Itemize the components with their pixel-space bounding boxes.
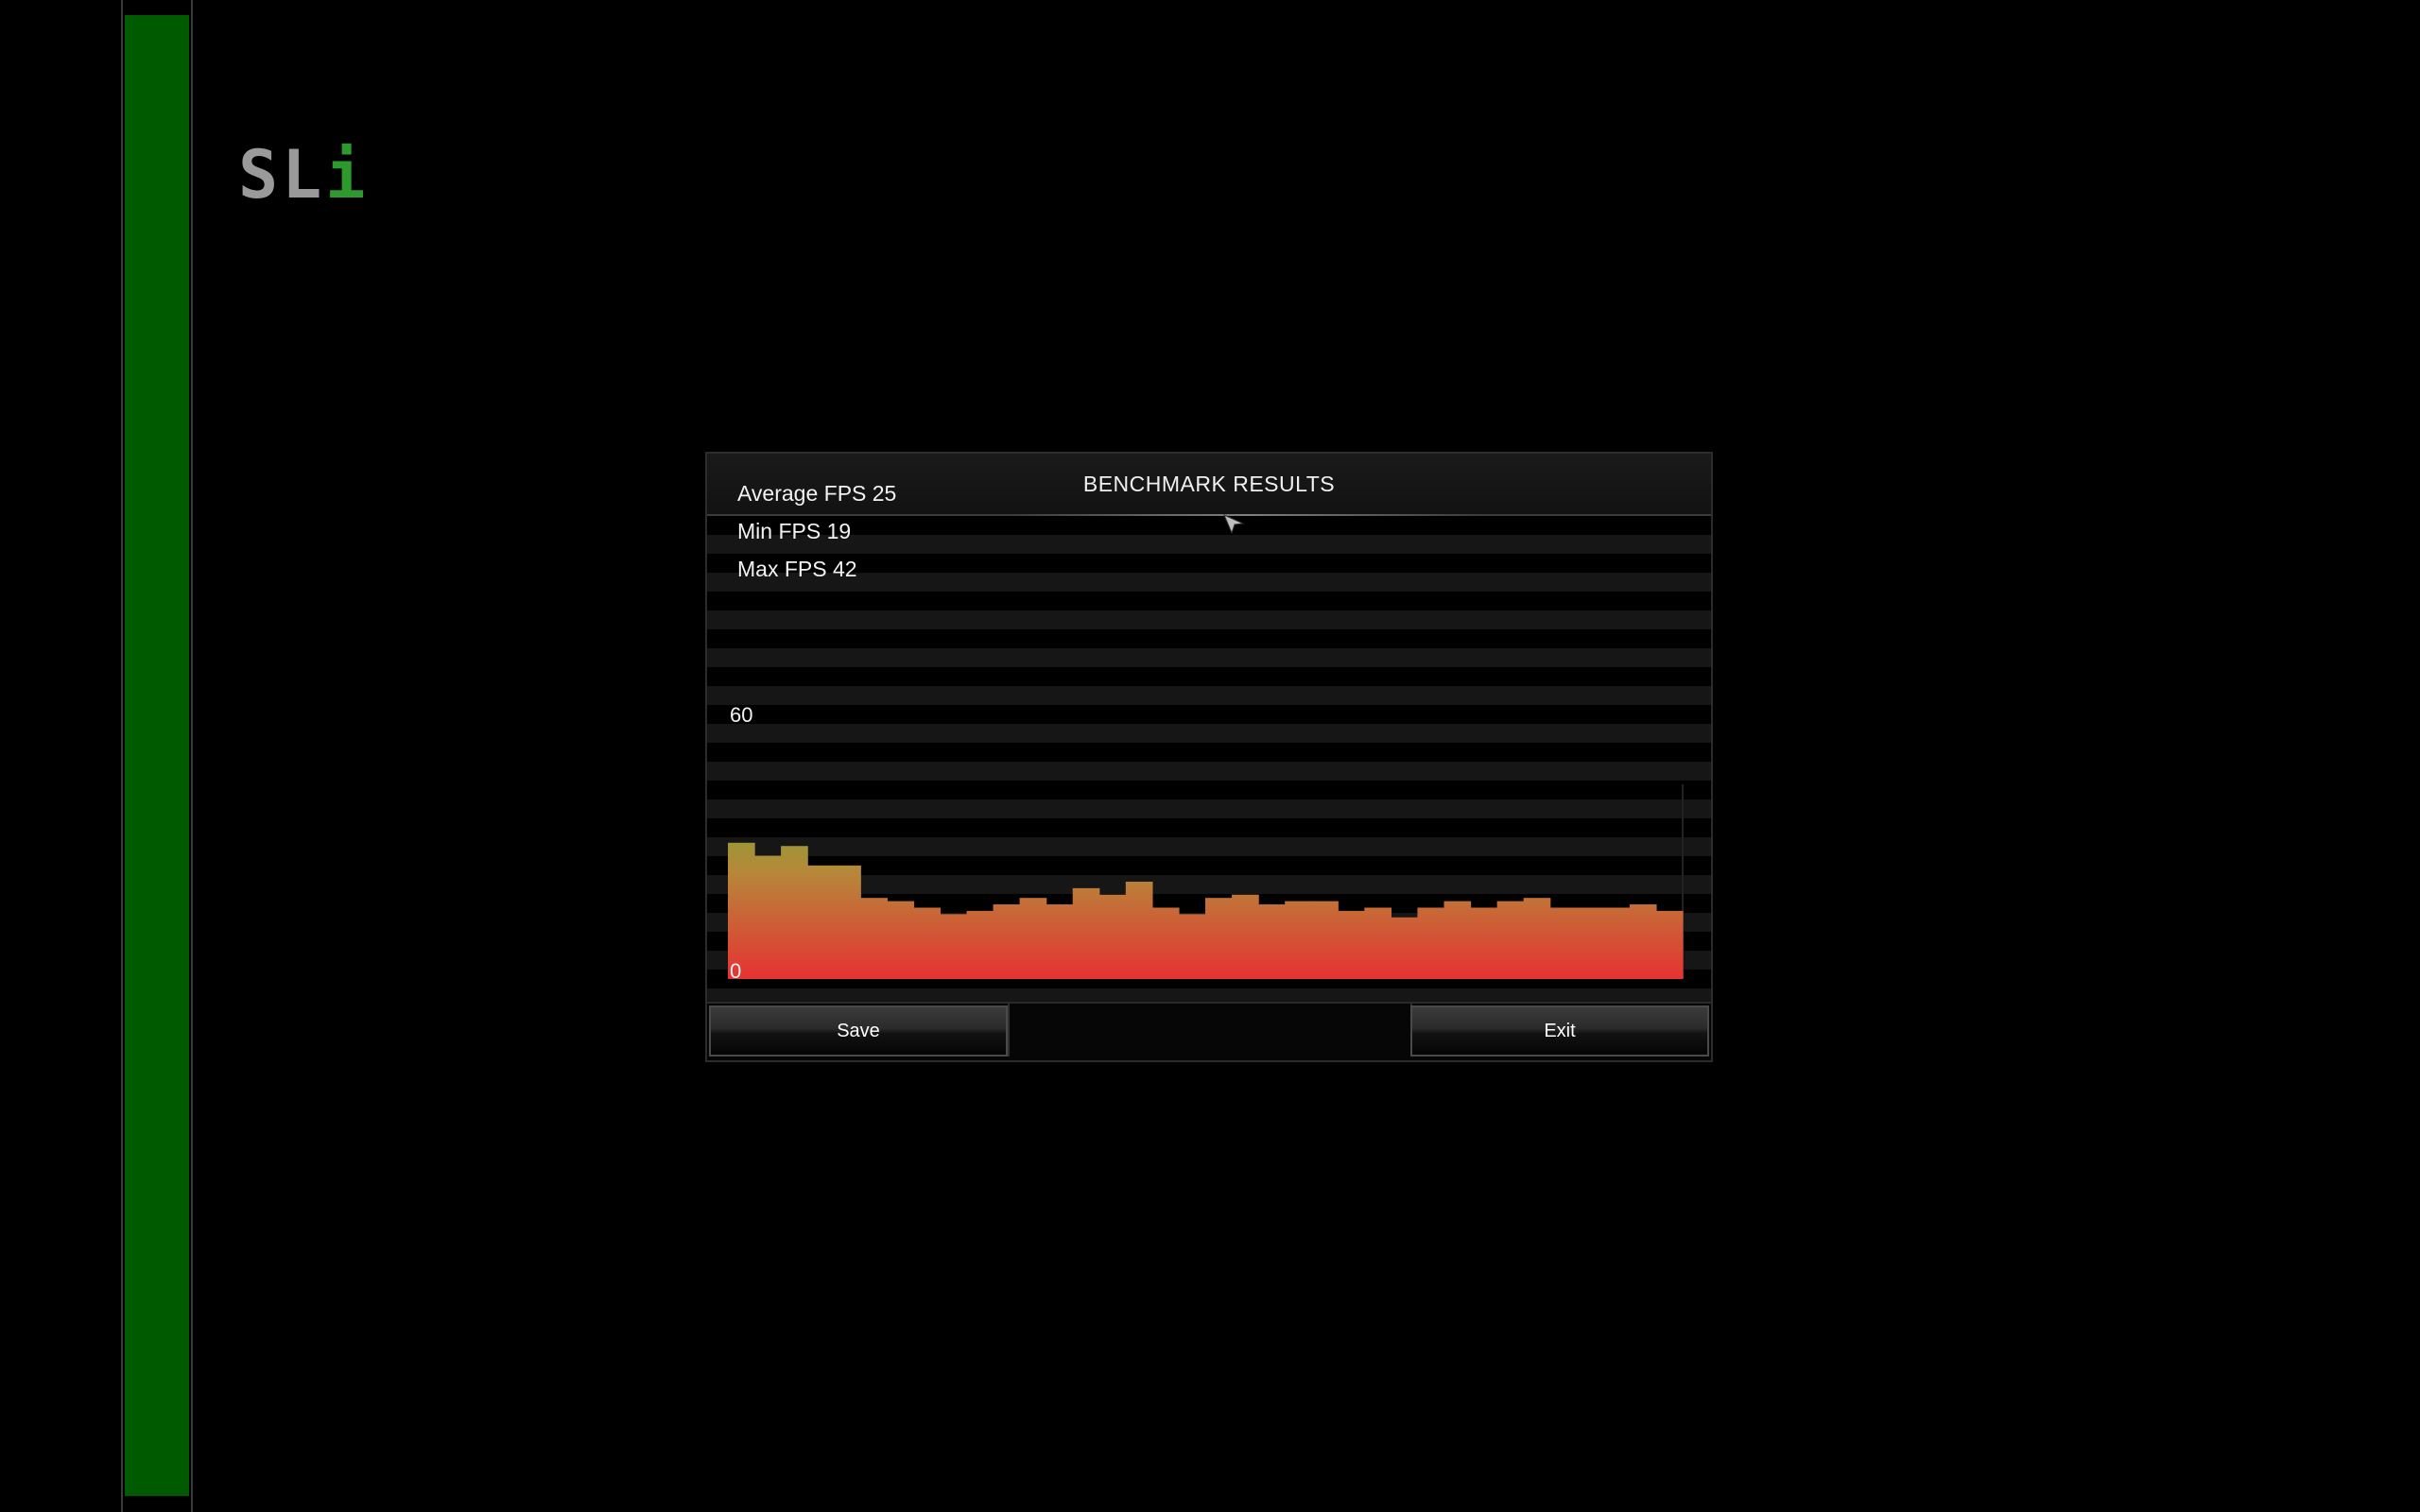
fps-bar [993,904,1021,979]
fps-bar [913,907,942,979]
fps-bar [1205,898,1233,979]
fps-bar [1549,907,1578,979]
fps-bar [1338,910,1365,979]
sli-indicator-bar [121,0,193,1512]
fps-bar [887,901,914,979]
fps-bar [1125,882,1153,979]
fps-bar [1496,901,1525,979]
y-axis-max-label: 60 [730,703,753,727]
fps-bar [1151,907,1180,979]
fps-bar [1232,894,1259,979]
fps-bar [834,865,861,979]
y-axis-min-label: 0 [730,959,742,983]
fps-bar [1285,901,1312,979]
sli-logo-main: SL [238,136,326,214]
fps-bar [1098,894,1127,979]
fps-bar [1258,904,1286,979]
fps-bar [807,865,835,979]
dialog-footer: Save Exit [707,1002,1711,1060]
dialog-title: BENCHMARK RESULTS [1082,471,1336,496]
footer-spacer [1008,1004,1412,1057]
screen: SLi BENCHMARK RESULTS Average FPS 25 Min… [0,0,2420,1512]
exit-button[interactable]: Exit [1410,1005,1709,1057]
fps-bar [966,910,994,979]
fps-bar [1470,907,1498,979]
max-fps-label: Max FPS 42 [737,557,857,581]
fps-bar [1655,910,1684,979]
fps-chart [728,784,1684,979]
fps-bar [1178,914,1206,979]
min-fps-label: Min FPS 19 [737,519,852,543]
fps-bar [754,855,782,979]
save-button[interactable]: Save [709,1005,1008,1057]
fps-bar [1046,904,1074,979]
fps-bar [1576,907,1604,979]
average-fps-label: Average FPS 25 [737,481,897,506]
fps-bar [1602,907,1631,979]
fps-bar [1072,887,1100,979]
fps-bar [940,914,968,979]
fps-bar [1391,917,1419,979]
sli-logo: SLi [238,142,369,208]
fps-bar [1364,907,1392,979]
fps-bar [1523,898,1551,979]
chart-bars [728,842,1684,979]
fps-bar [1417,907,1445,979]
sli-indicator-fill [125,15,189,1496]
mouse-cursor-icon [1223,514,1244,535]
fps-bar [1019,898,1047,979]
fps-bar [860,898,888,979]
fps-bar [781,846,808,979]
sli-logo-accent: i [325,136,370,214]
fps-bar [1443,901,1472,979]
fps-bar [1311,901,1339,979]
fps-bar [1629,904,1657,979]
